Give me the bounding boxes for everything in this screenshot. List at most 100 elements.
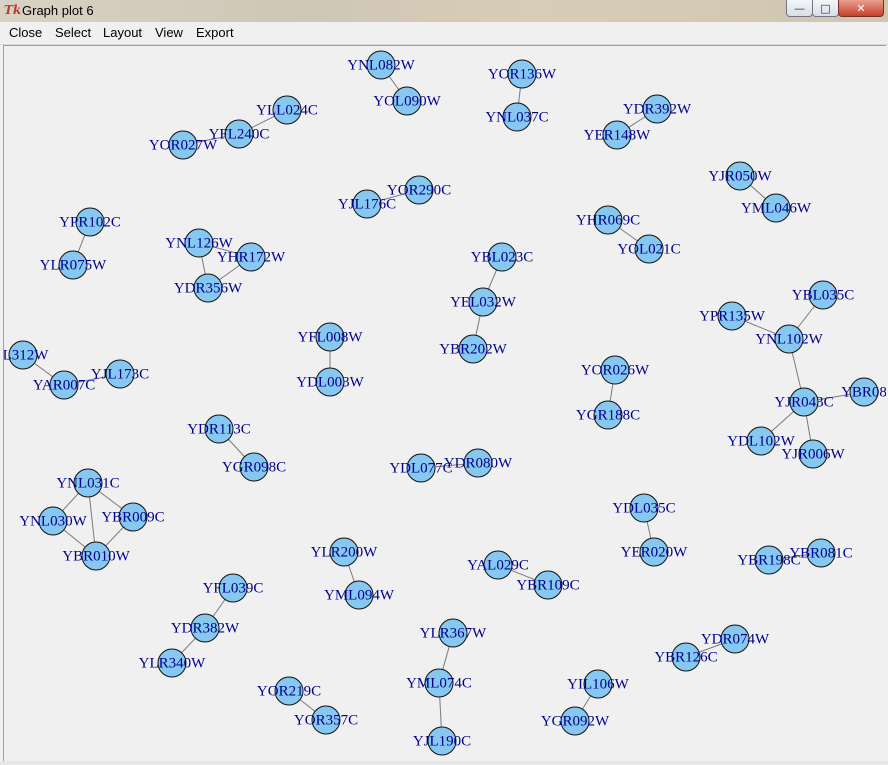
minimize-button[interactable]: —: [786, 0, 813, 17]
graph-node[interactable]: YBR202W: [439, 334, 508, 364]
node-label: YDR080W: [444, 455, 513, 471]
node-label: YNL102W: [755, 331, 823, 347]
menu-view[interactable]: View: [155, 25, 183, 40]
graph-node[interactable]: YOR219C: [257, 676, 321, 706]
node-label: YEL032W: [450, 294, 517, 310]
graph-node[interactable]: YBR009C: [101, 502, 165, 532]
node-label: YBR126C: [654, 649, 717, 665]
graph-node[interactable]: YEL032W: [450, 287, 517, 317]
graph-node[interactable]: YJR043C: [774, 387, 834, 417]
graph-node[interactable]: YNL037C: [485, 102, 549, 132]
node-label: YOR136W: [488, 66, 557, 82]
graph-node[interactable]: YAL029C: [467, 550, 529, 580]
node-label: YHR069C: [576, 212, 640, 228]
graph-node[interactable]: YGR092W: [541, 706, 610, 736]
menu-select[interactable]: Select: [55, 25, 91, 40]
graph-node[interactable]: YNL082W: [347, 50, 416, 80]
window-title: Graph plot 6: [22, 3, 94, 18]
node-label: YBR08: [841, 384, 886, 400]
node-label: YLR367W: [420, 625, 488, 641]
node-label: YBR009C: [101, 509, 164, 525]
graph-node[interactable]: YFL008W: [298, 322, 364, 352]
node-label: YBR081C: [789, 545, 852, 561]
node-label: YDR382W: [171, 620, 240, 636]
graph-node[interactable]: YNL031C: [56, 468, 120, 498]
window-bottom-border: [0, 761, 888, 765]
menu-export[interactable]: Export: [196, 25, 234, 40]
graph-node[interactable]: YNL030W: [19, 506, 88, 536]
graph-node[interactable]: YML094W: [324, 580, 395, 610]
graph-node[interactable]: YGR098C: [222, 452, 286, 482]
graph-node[interactable]: IL312W: [4, 340, 49, 370]
node-label: YJR050W: [708, 168, 772, 184]
network-graph[interactable]: YNL082W YOL090W YOR136W YNL037C YLL024C YFL24…: [4, 46, 886, 762]
graph-node[interactable]: YFL039C: [203, 573, 264, 603]
graph-node[interactable]: YBL023C: [471, 242, 534, 272]
graph-node[interactable]: YER020W: [621, 537, 689, 567]
graph-node[interactable]: YGR188C: [576, 400, 640, 430]
node-label: YNL030W: [19, 513, 87, 529]
graph-node[interactable]: YJR050W: [708, 161, 773, 191]
node-label: YNL037C: [485, 109, 548, 125]
node-label: YOR026W: [581, 362, 650, 378]
graph-node[interactable]: YFL240C: [209, 119, 270, 149]
node-label: YJR043C: [774, 394, 833, 410]
graph-node[interactable]: YJL173C: [91, 359, 149, 389]
graph-node[interactable]: YHR069C: [576, 205, 640, 235]
graph-node[interactable]: YML046W: [741, 193, 812, 223]
node-label: YGR098C: [222, 459, 286, 475]
graph-node[interactable]: YDR113C: [187, 414, 251, 444]
graph-node[interactable]: YDL035C: [612, 493, 676, 523]
graph-node[interactable]: YER148W: [584, 120, 652, 150]
node-label: YBL035C: [792, 287, 855, 303]
graph-node[interactable]: YDR080W: [444, 448, 513, 478]
node-label: YFL240C: [209, 126, 270, 142]
graph-node[interactable]: YLR075W: [40, 250, 108, 280]
node-label: YOL090W: [373, 93, 441, 109]
menu-layout[interactable]: Layout: [103, 25, 142, 40]
graph-node[interactable]: YPR102C: [59, 207, 121, 237]
node-label: YJR006W: [781, 446, 845, 462]
graph-node[interactable]: YOL090W: [373, 86, 442, 116]
graph-node[interactable]: YOR136W: [488, 59, 557, 89]
graph-node[interactable]: YOL021C: [617, 234, 681, 264]
graph-node[interactable]: YDL003W: [296, 367, 365, 397]
node-label: YER148W: [584, 127, 652, 143]
node-label: YOR219C: [257, 683, 321, 699]
title-bar[interactable]: Tk Graph plot 6 — □ ✕: [0, 0, 888, 22]
node-label: YNL082W: [347, 57, 415, 73]
graph-node[interactable]: YOR026W: [581, 355, 650, 385]
graph-node[interactable]: YDR382W: [171, 613, 240, 643]
graph-node[interactable]: YAR007C: [33, 370, 96, 400]
node-label: YPR135W: [699, 308, 766, 324]
node-label: YBR010W: [62, 548, 130, 564]
graph-node[interactable]: YBR109C: [516, 570, 580, 600]
graph-node[interactable]: YDR356W: [174, 273, 243, 303]
graph-canvas[interactable]: YNL082W YOL090W YOR136W YNL037C YLL024C YFL24…: [3, 45, 886, 762]
node-label: YJL176C: [338, 196, 396, 212]
graph-plot-window: Tk Graph plot 6 — □ ✕ Close Select Layou…: [0, 0, 888, 765]
graph-node[interactable]: YOR357C: [294, 705, 358, 735]
graph-node[interactable]: YBR010W: [62, 541, 131, 571]
graph-node[interactable]: YBL035C: [792, 280, 855, 310]
node-label: YOR290C: [387, 182, 451, 198]
node-label: YGR092W: [541, 713, 610, 729]
graph-node[interactable]: YJL190C: [413, 726, 471, 756]
node-label: YDL003W: [296, 374, 364, 390]
graph-node[interactable]: YLR340W: [139, 648, 207, 678]
graph-node[interactable]: YBR08: [841, 377, 886, 407]
graph-node[interactable]: YLL024C: [256, 95, 318, 125]
menu-close[interactable]: Close: [9, 25, 42, 40]
graph-node[interactable]: YIL106W: [567, 669, 630, 699]
node-label: YAR007C: [33, 377, 96, 393]
graph-node[interactable]: YOR290C: [387, 175, 451, 205]
graph-node[interactable]: YLR200W: [311, 537, 379, 567]
node-label: YLL024C: [256, 102, 318, 118]
close-window-button[interactable]: ✕: [838, 0, 884, 17]
maximize-button[interactable]: □: [812, 0, 839, 17]
node-label: YLR340W: [139, 655, 207, 671]
graph-node[interactable]: YLR367W: [420, 618, 488, 648]
graph-node[interactable]: YML074C: [406, 668, 472, 698]
node-label: YOL021C: [617, 241, 680, 257]
graph-node[interactable]: YDR392W: [623, 94, 692, 124]
